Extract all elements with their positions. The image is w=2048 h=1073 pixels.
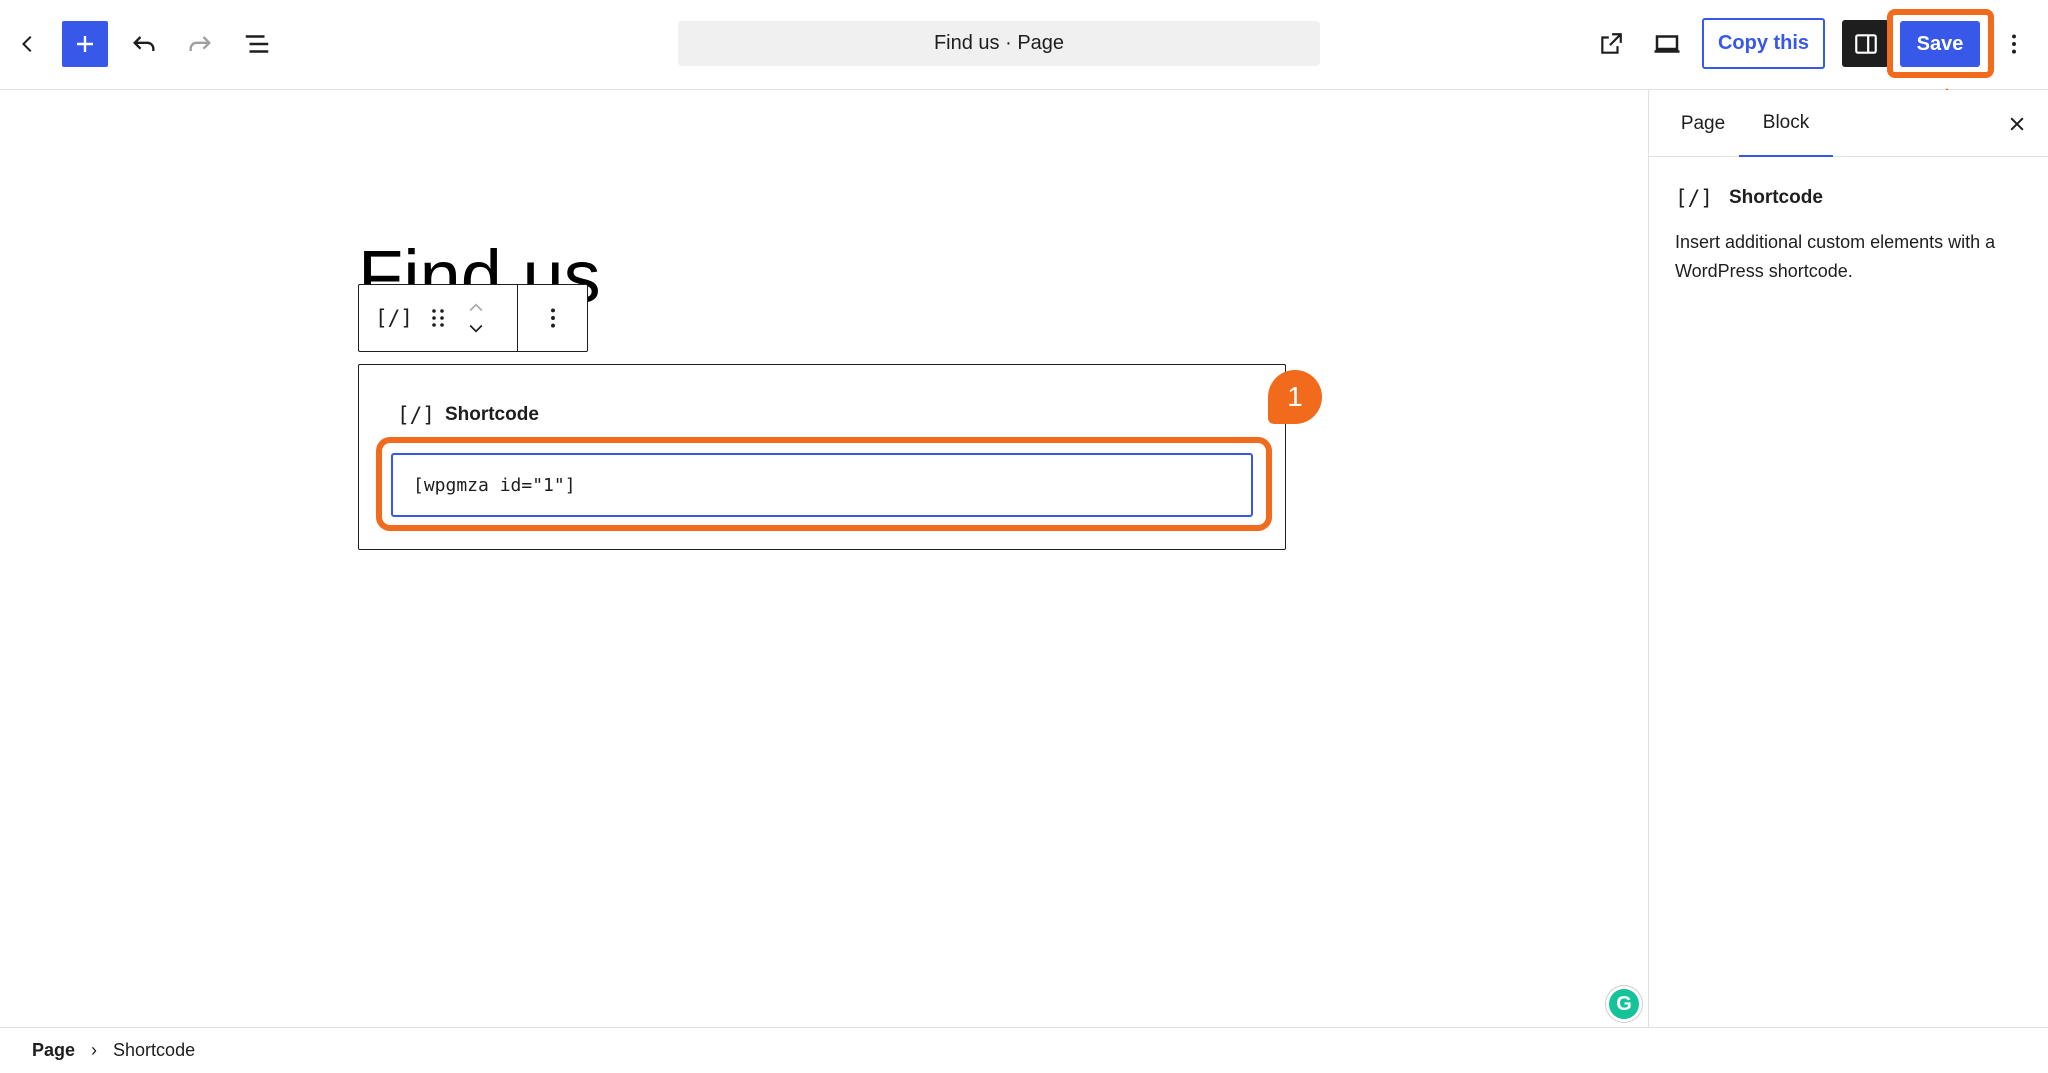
back-button[interactable] — [12, 23, 44, 65]
move-buttons — [463, 290, 489, 346]
view-page-button[interactable] — [1590, 23, 1632, 65]
external-link-icon — [1601, 33, 1622, 54]
block-type-button[interactable]: [/] — [375, 298, 413, 338]
vertical-ellipsis-icon — [550, 308, 555, 328]
breadcrumb-page[interactable]: Page — [32, 1040, 75, 1061]
block-card-name: Shortcode — [1728, 187, 1823, 208]
block-toolbar-group: [/] — [359, 285, 518, 351]
add-block-button[interactable] — [62, 21, 108, 67]
shortcode-icon: [/] — [375, 306, 413, 330]
shortcode-block-header: [/] Shortcode — [397, 403, 539, 427]
block-toolbar: [/] — [358, 284, 588, 352]
tab-block[interactable]: Block — [1739, 90, 1833, 157]
step-badge-1: 1 — [1268, 370, 1322, 424]
undo-button[interactable] — [124, 23, 164, 65]
editor-canvas — [0, 90, 1648, 1027]
document-title-bar[interactable]: Find us · Page — [678, 21, 1320, 66]
breadcrumb-separator-icon: › — [91, 1040, 98, 1060]
block-more-options[interactable] — [518, 285, 587, 351]
chevron-left-icon — [21, 35, 32, 53]
document-overview-button[interactable] — [236, 23, 278, 65]
sidebar-toggle-icon — [1854, 33, 1877, 54]
editor-top-toolbar: Find us · Page Copy this Save — [0, 0, 2048, 90]
sidebar-tabs: Page Block — [1649, 90, 2048, 157]
block-card-description: Insert additional custom elements with a… — [1675, 232, 1996, 281]
redo-icon — [189, 36, 211, 51]
plus-icon — [77, 36, 93, 52]
block-card-title: [/] Shortcode — [1675, 186, 1823, 210]
highlight-shortcode-input — [376, 437, 1272, 531]
chevron-up-icon[interactable] — [466, 298, 486, 318]
options-button[interactable] — [1998, 23, 2030, 65]
shortcode-icon: [/] — [1675, 186, 1713, 210]
copy-this-button[interactable]: Copy this — [1702, 18, 1825, 69]
list-view-icon — [245, 35, 269, 53]
drag-handle-icon — [432, 309, 444, 327]
desktop-preview-icon — [1654, 35, 1680, 53]
drag-handle[interactable] — [423, 298, 453, 338]
close-sidebar-button[interactable] — [2001, 108, 2033, 140]
shortcode-block-label: Shortcode — [444, 404, 539, 425]
redo-button[interactable] — [180, 23, 220, 65]
copy-this-label: Copy this — [1717, 32, 1810, 54]
settings-toggle-button[interactable] — [1842, 20, 1889, 67]
document-title: Find us · Page — [933, 32, 1065, 54]
breadcrumb-current[interactable]: Shortcode — [113, 1040, 195, 1061]
grammarly-icon[interactable]: G — [1606, 986, 1642, 1022]
highlight-save-button — [1887, 9, 1994, 78]
preview-button[interactable] — [1646, 23, 1688, 65]
shortcode-icon: [/] — [397, 403, 435, 427]
tab-page[interactable]: Page — [1663, 90, 1743, 157]
breadcrumb: Page › Shortcode — [0, 1027, 2048, 1073]
vertical-ellipsis-icon — [2012, 34, 2016, 54]
undo-icon — [133, 36, 155, 51]
close-icon — [2010, 117, 2024, 131]
chevron-down-icon[interactable] — [466, 318, 486, 338]
settings-sidebar: Page Block [/] Shortcode Insert addition… — [1648, 90, 2048, 1027]
